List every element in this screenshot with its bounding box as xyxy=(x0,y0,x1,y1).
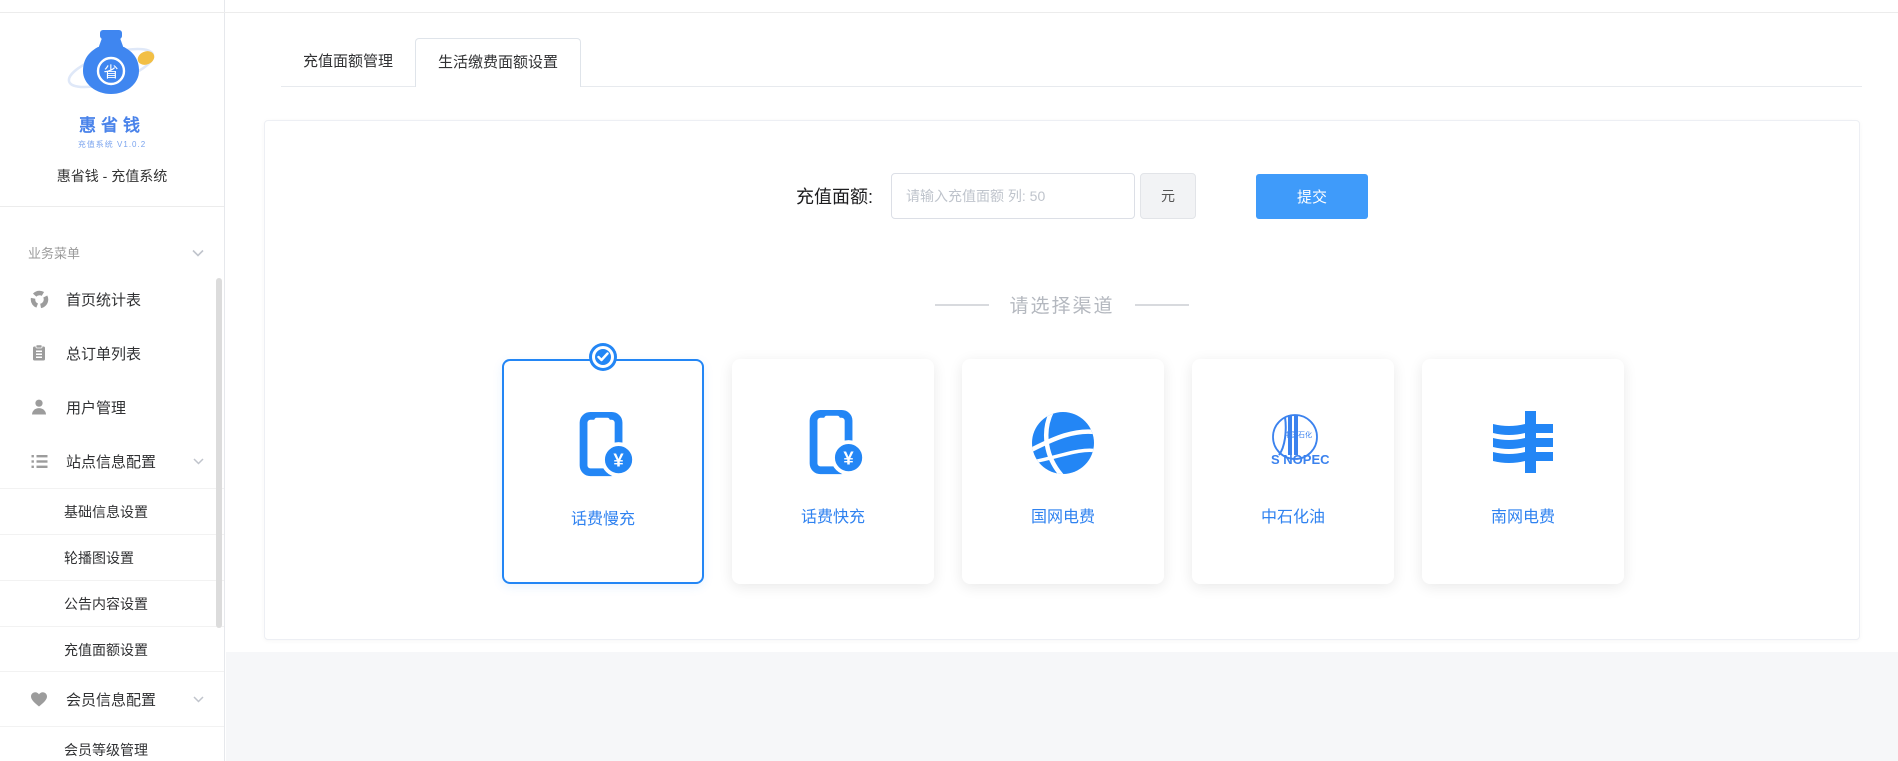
divider-line-left xyxy=(935,304,989,306)
sidebar-item-label: 首页统计表 xyxy=(66,289,141,310)
channel-divider: 请选择渠道 xyxy=(265,291,1859,318)
sidebar-subitem-announcement[interactable]: 公告内容设置 xyxy=(0,580,224,626)
money-bag-logo-icon: 省 xyxy=(64,24,160,104)
content-panel: 充值面额: 元 提交 请选择渠道 ¥ xyxy=(264,120,1860,640)
svg-text:¥: ¥ xyxy=(613,449,624,470)
app-window: 省 惠省钱 充值系统 V1.0.2 惠省钱 - 充值系统 业务菜单 首页统计表 xyxy=(0,0,1898,761)
sidebar-group-label: 业务菜单 xyxy=(28,243,80,262)
user-icon xyxy=(30,398,50,416)
chevron-down-icon xyxy=(193,458,204,465)
channel-card-state-grid[interactable]: 国网电费 xyxy=(962,359,1164,584)
logo-subtext: 充值系统 V1.0.2 xyxy=(0,139,224,150)
divider-line-right xyxy=(1135,304,1189,306)
phone-yen-icon: ¥ xyxy=(568,409,638,481)
sidebar-item-home-stats[interactable]: 首页统计表 xyxy=(0,272,224,326)
sidebar-item-user-management[interactable]: 用户管理 xyxy=(0,380,224,434)
channel-card-phone-slow[interactable]: ¥ 话费慢充 xyxy=(502,359,704,584)
sidebar-item-site-config[interactable]: 站点信息配置 xyxy=(0,434,224,488)
tab-recharge-denomination-management[interactable]: 充值面额管理 xyxy=(281,38,415,86)
sidebar-subitem-basic-info[interactable]: 基础信息设置 xyxy=(0,488,224,534)
state-grid-globe-icon xyxy=(1027,407,1099,479)
channel-card-sinopec[interactable]: 中国石化 S NOPEC 中石化油 xyxy=(1192,359,1394,584)
channel-label: 话费慢充 xyxy=(571,505,635,529)
divider-text: 请选择渠道 xyxy=(1009,291,1114,318)
sidebar-item-member-config[interactable]: 会员信息配置 xyxy=(0,672,224,726)
denomination-input[interactable] xyxy=(891,173,1135,219)
page-background xyxy=(226,652,1898,761)
channel-label: 国网电费 xyxy=(1031,503,1095,527)
sidebar-subitem-recharge-denomination[interactable]: 充值面额设置 xyxy=(0,626,224,672)
phone-yen-icon: ¥ xyxy=(798,407,868,479)
svg-text:S NOPEC: S NOPEC xyxy=(1271,452,1329,467)
channel-label: 话费快充 xyxy=(801,503,865,527)
logo-text: 惠省钱 xyxy=(0,111,224,136)
sidebar-item-label: 总订单列表 xyxy=(66,343,141,364)
sidebar: 省 惠省钱 充值系统 V1.0.2 惠省钱 - 充值系统 业务菜单 首页统计表 xyxy=(0,0,225,761)
brand-logo: 省 惠省钱 充值系统 V1.0.2 xyxy=(0,0,224,150)
chevron-down-icon xyxy=(193,696,204,703)
sidebar-scrollbar[interactable] xyxy=(216,278,222,628)
clipboard-icon xyxy=(30,344,50,362)
pie-chart-icon xyxy=(30,290,50,309)
sidebar-group-business-menu[interactable]: 业务菜单 xyxy=(0,207,224,272)
denomination-form: 充值面额: 元 提交 xyxy=(265,173,1859,219)
tab-bar: 充值面额管理 生活缴费面额设置 xyxy=(281,38,581,87)
sinopec-icon: 中国石化 S NOPEC xyxy=(1257,407,1329,479)
channel-label: 中石化油 xyxy=(1261,503,1325,527)
sidebar-item-label: 站点信息配置 xyxy=(66,451,156,472)
list-config-icon xyxy=(30,452,50,471)
top-divider-line xyxy=(0,12,1898,13)
unit-addon: 元 xyxy=(1140,173,1196,219)
sidebar-item-all-orders[interactable]: 总订单列表 xyxy=(0,326,224,380)
sidebar-item-label: 会员信息配置 xyxy=(66,689,156,710)
sidebar-submenu-site: 基础信息设置 轮播图设置 公告内容设置 充值面额设置 xyxy=(0,488,224,672)
channel-card-southern-grid[interactable]: 南网电费 xyxy=(1422,359,1624,584)
svg-text:省: 省 xyxy=(103,64,118,81)
channel-card-phone-fast[interactable]: ¥ 话费快充 xyxy=(732,359,934,584)
sidebar-subitem-carousel[interactable]: 轮播图设置 xyxy=(0,534,224,580)
svg-text:中国石化: 中国石化 xyxy=(1284,430,1312,439)
app-title: 惠省钱 - 充值系统 xyxy=(0,166,224,207)
sidebar-subitem-member-level[interactable]: 会员等级管理 xyxy=(0,726,224,761)
selected-check-icon xyxy=(592,346,614,368)
denomination-label: 充值面额: xyxy=(796,183,873,209)
channel-label: 南网电费 xyxy=(1491,503,1555,527)
svg-text:¥: ¥ xyxy=(843,447,854,468)
channel-list: ¥ 话费慢充 ¥ 话费快充 xyxy=(502,359,1624,584)
southern-grid-icon xyxy=(1487,407,1559,479)
tab-life-payment-denomination-settings[interactable]: 生活缴费面额设置 xyxy=(415,38,581,87)
sidebar-item-label: 用户管理 xyxy=(66,397,126,418)
heart-icon xyxy=(30,691,50,708)
sidebar-submenu-member: 会员等级管理 xyxy=(0,726,224,761)
chevron-down-icon xyxy=(192,249,204,257)
submit-button[interactable]: 提交 xyxy=(1256,174,1368,219)
